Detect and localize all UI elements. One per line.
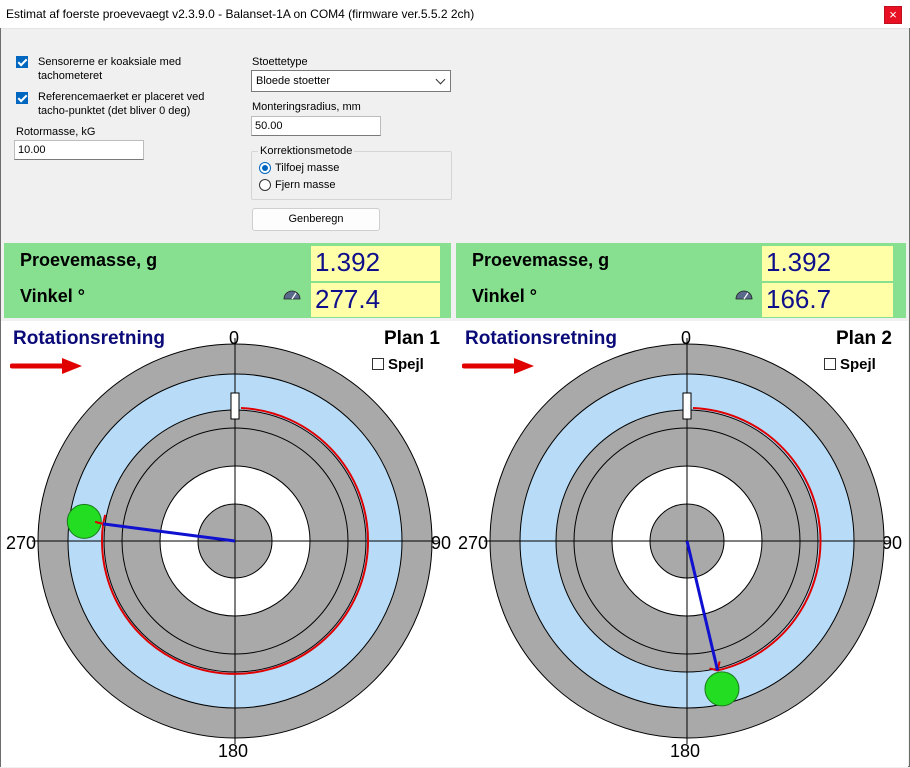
- rotor-mass-label: Rotormasse, kG: [16, 126, 96, 138]
- trial-mass-label-1: Proevemasse, g: [20, 250, 158, 270]
- refmark-label-line2: tacho-punktet (det bliver 0 deg): [38, 105, 191, 117]
- plan-title-1: Plan 1: [384, 328, 440, 349]
- rotation-arrow-icon: [10, 358, 82, 374]
- close-button[interactable]: ×: [884, 6, 902, 24]
- trial-mass-label-2: Proevemasse, g: [472, 250, 610, 270]
- support-type-value: Bloede stoetter: [256, 75, 330, 87]
- mirror-checkbox-2[interactable]: [824, 358, 836, 370]
- gauge-icon: [735, 290, 753, 300]
- degree-label-0-plan1: 0: [229, 328, 240, 348]
- trial-weight-position-label-2: Proevevaegtsposition: [646, 376, 782, 391]
- mount-radius-label: Monteringsradius, mm: [252, 101, 361, 113]
- window-title: Estimat af foerste proevevaegt v2.3.9.0 …: [6, 7, 475, 21]
- coaxial-label-line1: Sensorerne er koaksiale med: [38, 56, 182, 68]
- mount-radius-input[interactable]: 50.00: [251, 116, 381, 136]
- degree-label-90-plan2: 90: [882, 533, 903, 553]
- support-type-label: Stoettetype: [252, 56, 308, 68]
- add-mass-label: Tilfoej masse: [275, 162, 340, 174]
- coaxial-label: Sensorerne er koaksiale med tachometeret: [38, 55, 181, 83]
- add-mass-radio[interactable]: [259, 162, 271, 174]
- degree-label-180-plan1: 180: [218, 741, 249, 761]
- degree-label-270-plan2: 270: [458, 533, 489, 553]
- rotor-mass-input[interactable]: 10.00: [14, 140, 144, 160]
- plan-title-2: Plan 2: [836, 328, 892, 349]
- refmark-label-line1: Referencemaerket er placeret ved: [38, 91, 205, 103]
- support-type-select[interactable]: Bloede stoetter: [251, 70, 451, 92]
- correction-method-group: Korrektionsmetode: [251, 145, 452, 200]
- trial-mass-value-1: 1.392: [311, 246, 440, 281]
- rotation-direction-label-1: Rotationsretning: [13, 328, 165, 349]
- chevron-down-icon: [435, 74, 446, 85]
- mirror-checkbox-1[interactable]: [372, 358, 384, 370]
- close-icon: ×: [889, 7, 897, 22]
- refmark-label: Referencemaerket er placeret ved tacho-p…: [38, 90, 204, 118]
- degree-label-0-plan2: 0: [681, 328, 692, 348]
- gauge-icon: [283, 290, 301, 300]
- title-bar: Estimat af foerste proevevaegt v2.3.9.0 …: [0, 0, 910, 29]
- angle-value-1: 277.4: [311, 283, 440, 317]
- angle-label-2: Vinkel °: [472, 286, 537, 306]
- refmark-checkbox[interactable]: [16, 92, 28, 104]
- rotation-direction-label-2: Rotationsretning: [465, 328, 617, 349]
- trial-mass-value-2: 1.392: [762, 246, 893, 281]
- mirror-label-1: Spejl: [388, 356, 424, 373]
- remove-mass-radio[interactable]: [259, 179, 271, 191]
- recalculate-button[interactable]: Genberegn: [252, 208, 380, 231]
- coaxial-checkbox[interactable]: [16, 56, 28, 68]
- correction-method-title: Korrektionsmetode: [258, 145, 355, 157]
- rotation-arrow-icon: [462, 358, 534, 374]
- degree-label-90-plan1: 90: [431, 533, 452, 553]
- trial-weight-position-label-1: Proevevaegtsposition: [194, 376, 330, 391]
- angle-value-2: 166.7: [762, 283, 893, 317]
- coaxial-label-line2: tachometeret: [38, 70, 103, 82]
- mirror-label-2: Spejl: [840, 356, 876, 373]
- degree-label-180-plan2: 180: [670, 741, 701, 761]
- angle-label-1: Vinkel °: [20, 286, 85, 306]
- remove-mass-label: Fjern masse: [275, 179, 336, 191]
- degree-label-270-plan1: 270: [6, 533, 37, 553]
